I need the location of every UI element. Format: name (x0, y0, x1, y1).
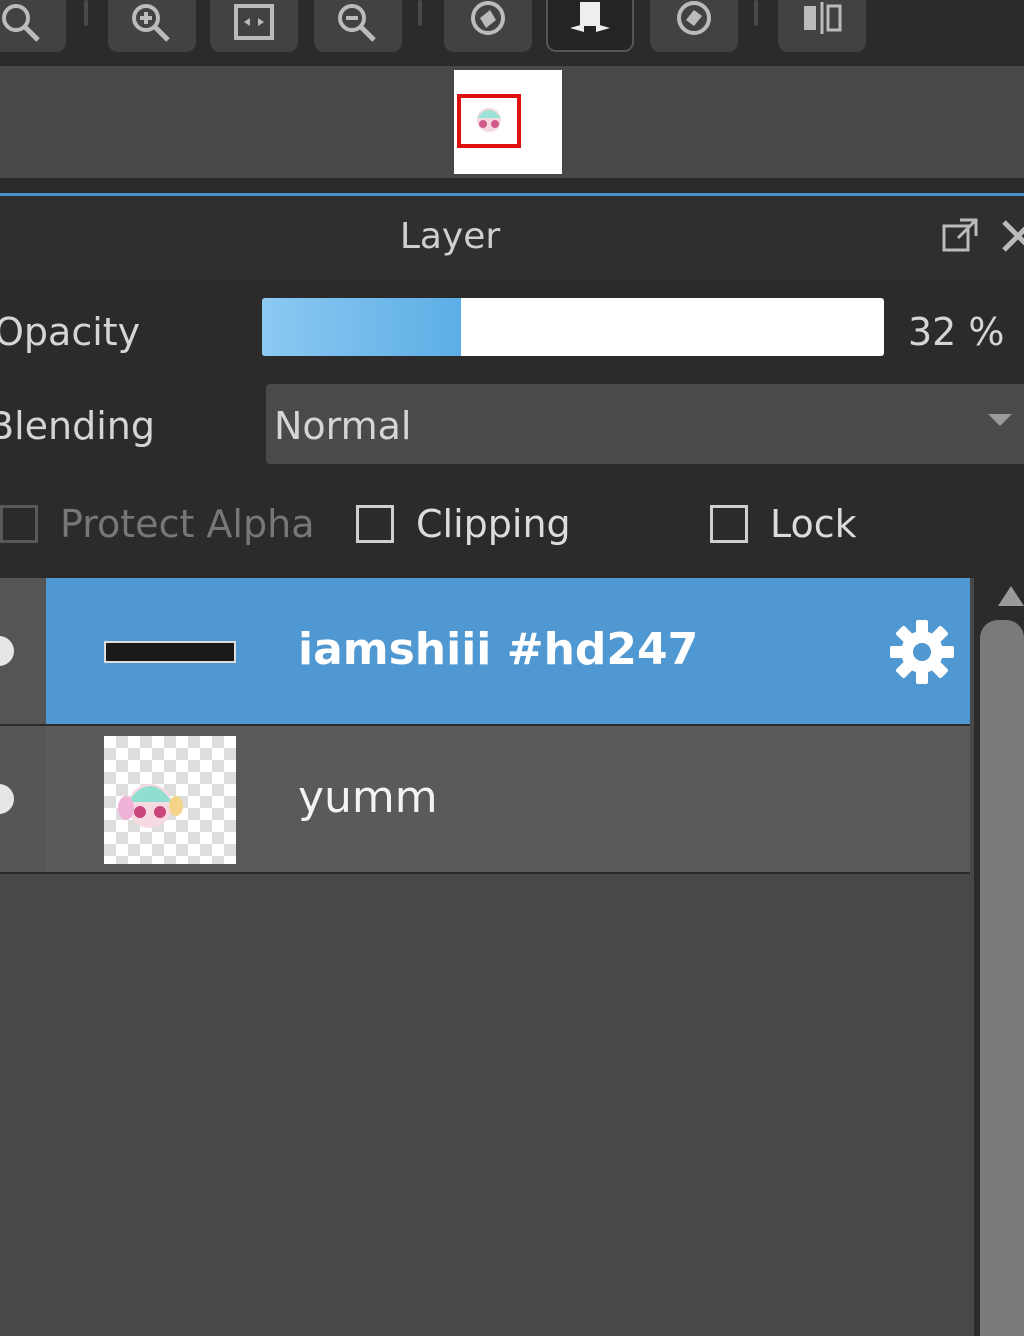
layer-thumbnail (104, 588, 236, 716)
blending-label: Blending (0, 404, 155, 448)
opacity-slider-fill (262, 298, 462, 356)
clipping-checkbox[interactable]: Clipping (356, 502, 571, 546)
zoom-out-icon (338, 4, 376, 42)
protect-alpha-label: Protect Alpha (60, 502, 315, 546)
zoom-out-button[interactable] (314, 0, 402, 52)
clipping-label: Clipping (416, 502, 571, 546)
character-thumbnail-icon (118, 784, 183, 828)
checkbox-box (356, 505, 394, 543)
layer-thumbnail (104, 736, 236, 864)
checkbox-box (0, 505, 38, 543)
fit-screen-button[interactable] (210, 0, 298, 52)
lock-checkbox[interactable]: Lock (710, 502, 857, 546)
checkbox-box (710, 505, 748, 543)
gear-icon[interactable] (886, 616, 958, 688)
rotate-right-icon (677, 1, 711, 35)
rotate-right-button[interactable] (650, 0, 738, 52)
layer-name: yumm (298, 772, 438, 823)
close-icon[interactable] (998, 216, 1024, 256)
rotate-left-icon (471, 1, 505, 35)
zoom-in-icon (132, 4, 170, 42)
zoom-in-button[interactable] (108, 0, 196, 52)
toolbar-separator (84, 0, 88, 26)
panel-header: Layer (0, 196, 1024, 280)
flip-button[interactable] (546, 0, 634, 52)
scrollbar-thumb[interactable] (980, 620, 1024, 1336)
toolbar-separator (754, 0, 758, 26)
text-layer-preview (104, 641, 236, 663)
lock-label: Lock (770, 502, 857, 546)
chevron-down-icon (988, 414, 1012, 426)
layer-list: iamshiii #hd247 yumm (0, 578, 974, 1336)
blending-select[interactable]: Normal (266, 384, 1024, 464)
opacity-label: Opacity (0, 310, 141, 354)
layer-row[interactable]: yumm (0, 726, 970, 874)
flip-icon (570, 2, 610, 32)
navigator-panel (0, 66, 1024, 178)
blending-selected-value: Normal (274, 404, 412, 448)
layer-name: iamshiii #hd247 (298, 624, 699, 675)
undock-icon[interactable] (940, 216, 980, 256)
panel-title: Layer (399, 215, 501, 257)
layer-row[interactable]: iamshiii #hd247 (0, 578, 970, 726)
toolbar (0, 0, 1024, 66)
split-view-icon (804, 2, 842, 34)
zoom-icon (2, 4, 40, 42)
zoom-button[interactable] (0, 0, 66, 52)
character-thumbnail-icon (477, 108, 501, 132)
toolbar-separator (418, 0, 422, 26)
navigator-viewport-frame[interactable] (457, 94, 521, 148)
rotate-left-button[interactable] (444, 0, 532, 52)
scroll-up-icon[interactable] (998, 586, 1024, 606)
split-view-button[interactable] (778, 0, 866, 52)
opacity-slider[interactable] (262, 298, 884, 356)
opacity-value: 32 % (908, 310, 1005, 354)
fit-screen-icon (234, 4, 274, 40)
protect-alpha-checkbox[interactable]: Protect Alpha (0, 502, 314, 546)
